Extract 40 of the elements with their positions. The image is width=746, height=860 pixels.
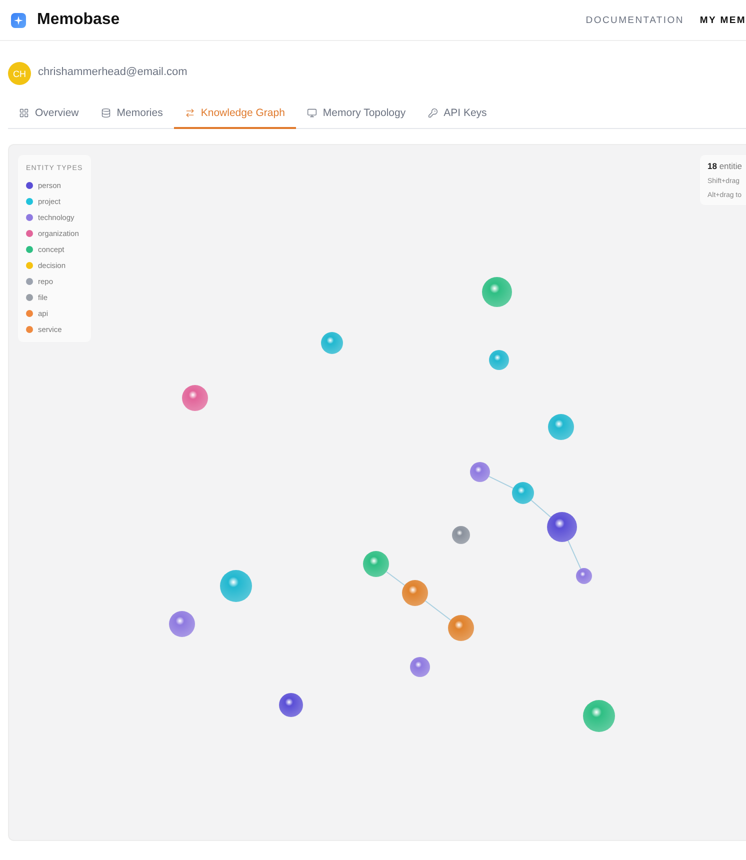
graph-node[interactable] [547,512,577,542]
graph-node[interactable] [452,526,470,544]
edge-line [386,571,406,586]
graph-node[interactable] [363,551,389,577]
graph-node[interactable] [410,657,430,677]
tab[interactable]: Memory Topology [296,107,417,129]
grid-icon [19,108,29,118]
brand-name: Memobase [37,11,120,29]
graph-node[interactable] [279,693,303,717]
tab[interactable]: Overview [8,107,90,129]
graph-node[interactable] [512,482,534,504]
tab[interactable]: Memories [90,107,174,129]
graph-node[interactable] [583,700,615,732]
graph-node[interactable] [448,615,474,641]
graph-node[interactable] [182,385,208,411]
graph-node[interactable] [548,414,574,440]
logo-icon [11,12,26,28]
graph-node[interactable] [169,611,195,637]
edge-line [530,500,552,518]
graph-node[interactable] [470,462,490,482]
database-icon [100,108,111,118]
monitor-icon [306,108,317,118]
nav-link[interactable]: DOCUMENTATION [586,14,684,26]
edge-line [488,476,514,489]
entity-count: 18 entitie [707,161,742,171]
graph-node[interactable] [489,350,509,370]
tab[interactable]: Knowledge Graph [174,107,296,129]
graph-node[interactable] [576,568,592,584]
graph-node[interactable] [220,570,252,602]
graph-node[interactable] [402,580,428,606]
edge-line [424,600,452,621]
arrows-icon [184,108,195,118]
user-avatar: CH [8,62,31,85]
graph-node[interactable] [482,277,512,307]
graph-node[interactable] [321,332,343,354]
user-email: chrishammerhead@email.com [38,66,188,78]
edge-line [568,540,582,570]
key-icon [428,108,438,118]
tab[interactable]: API Keys [416,107,498,129]
nav-link[interactable]: MY MEM [700,14,746,26]
